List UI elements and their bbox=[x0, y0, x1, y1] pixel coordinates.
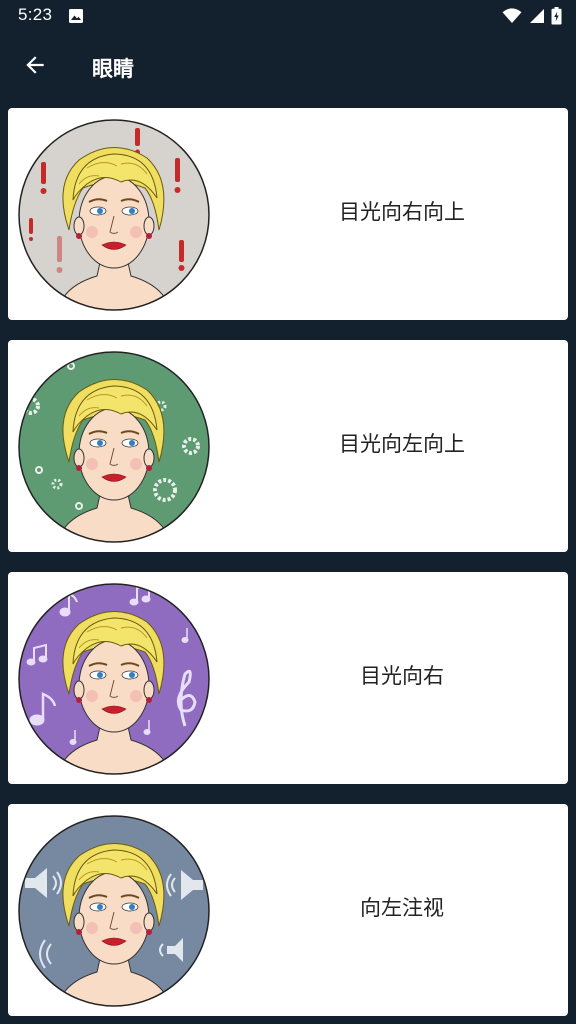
back-button[interactable] bbox=[14, 46, 56, 88]
list-item[interactable]: 目光向右向上 bbox=[8, 108, 568, 320]
app-bar: 眼睛 bbox=[0, 32, 576, 100]
item-label: 向左注视 bbox=[360, 896, 444, 920]
signal-icon bbox=[528, 8, 545, 28]
item-label: 目光向左向上 bbox=[339, 432, 465, 456]
page-title: 眼睛 bbox=[92, 57, 134, 81]
avatar bbox=[17, 814, 211, 1008]
wifi-icon bbox=[502, 8, 522, 28]
avatar bbox=[17, 350, 211, 544]
avatar bbox=[17, 582, 211, 776]
status-time: 5:23 bbox=[18, 5, 53, 24]
list-item[interactable]: 向左注视 bbox=[8, 804, 568, 1016]
avatar bbox=[17, 118, 211, 312]
arrow-left-icon bbox=[22, 52, 48, 82]
item-label: 目光向右 bbox=[360, 664, 444, 688]
list-item[interactable]: 目光向左向上 bbox=[8, 340, 568, 552]
battery-icon bbox=[551, 7, 562, 29]
status-icons bbox=[502, 7, 562, 29]
list-item[interactable]: 目光向右 bbox=[8, 572, 568, 784]
status-bar: 5:23 bbox=[0, 0, 576, 32]
item-label: 目光向右向上 bbox=[339, 200, 465, 224]
photo-icon bbox=[68, 8, 84, 28]
